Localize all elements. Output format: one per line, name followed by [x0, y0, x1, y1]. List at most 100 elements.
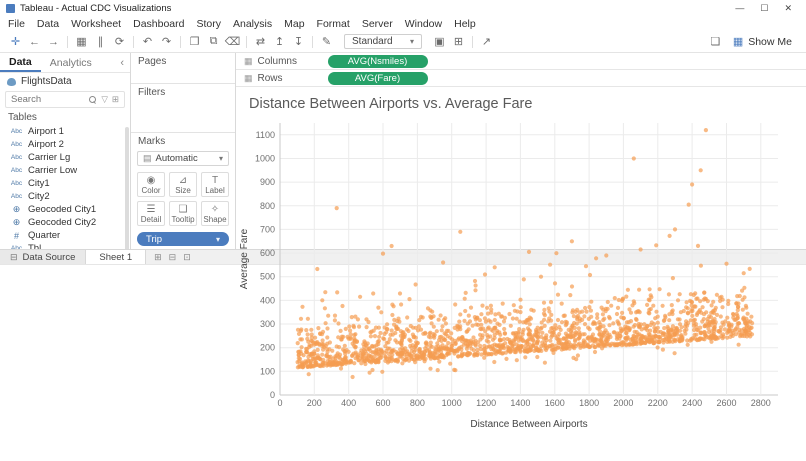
svg-text:Average Fare: Average Fare [239, 228, 250, 289]
duplicate-icon[interactable]: ⧉ [204, 35, 223, 48]
size-button[interactable]: ⊿Size [169, 172, 197, 197]
field-label: Quarter [28, 230, 60, 241]
toolbar-divider [472, 36, 473, 48]
detail-button[interactable]: ☰Detail [137, 201, 165, 226]
data-source-tab-label: Data Source [23, 252, 76, 263]
pill-trip[interactable]: Trip ▾ [137, 232, 229, 246]
menu-item-window[interactable]: Window [399, 18, 448, 30]
pages-card[interactable]: Pages [131, 53, 235, 84]
mark-type-select[interactable]: ▤ Automatic ▾ [137, 151, 229, 166]
collapse-pane-icon[interactable]: ‹ [114, 57, 130, 69]
search-icon[interactable] [89, 96, 97, 104]
rows-shelf[interactable]: ▦ Rows AVG(Fare) [236, 70, 806, 87]
cards-pane: Pages Filters Marks ▤ Automatic ▾ ◉Color… [131, 53, 236, 249]
tooltip-icon: ❑ [179, 204, 188, 215]
sort-ascending-icon[interactable]: ↥ [270, 35, 289, 48]
svg-text:2000: 2000 [613, 398, 633, 408]
columns-shelf[interactable]: ▦ Columns AVG(Nsmiles) [236, 53, 806, 70]
start-page-icon[interactable]: ✛ [6, 35, 25, 48]
tab-analytics[interactable]: Analytics [41, 53, 101, 72]
back-icon[interactable]: ← [25, 36, 44, 48]
swap-rows-columns-icon[interactable]: ⇄ [251, 35, 270, 48]
pages-label: Pages [131, 53, 235, 69]
sheet-tab-sheet-1[interactable]: Sheet 1 [86, 250, 146, 264]
show-me-label: Show Me [748, 36, 792, 48]
toolbar-divider [133, 36, 134, 48]
menu-item-worksheet[interactable]: Worksheet [65, 18, 127, 30]
show-me-button[interactable]: ▦ Show Me [725, 33, 800, 50]
svg-text:600: 600 [260, 248, 275, 258]
menu-item-server[interactable]: Server [356, 18, 399, 30]
pill-avg-fare[interactable]: AVG(Fare) [328, 72, 428, 85]
globe-icon: ⊕ [8, 217, 25, 228]
field-tbl[interactable]: AbcTbl [0, 242, 130, 249]
svg-text:600: 600 [375, 398, 390, 408]
search-input[interactable] [11, 94, 85, 105]
color-label: Color [141, 186, 160, 195]
shape-label: Shape [203, 215, 226, 224]
datasource-item[interactable]: FlightsData [0, 73, 130, 90]
fit-axes-icon[interactable]: ⊞ [449, 35, 468, 48]
new-dashboard-button[interactable]: ⊟ [169, 252, 177, 263]
minimize-button[interactable]: — [735, 3, 744, 14]
pill-avg-nsmiles[interactable]: AVG(Nsmiles) [328, 55, 428, 68]
menu-item-data[interactable]: Data [31, 18, 65, 30]
fit-mode-select[interactable]: Standard ▾ [344, 34, 422, 49]
tooltip-button[interactable]: ❑Tooltip [169, 201, 197, 226]
rows-shelf-label: Rows [258, 73, 310, 84]
undo-icon[interactable]: ↶ [138, 35, 157, 48]
field-label: City2 [28, 191, 50, 202]
menu-item-analysis[interactable]: Analysis [227, 18, 278, 30]
close-button[interactable]: ✕ [784, 3, 792, 14]
svg-text:1100: 1100 [256, 130, 275, 140]
svg-text:2400: 2400 [682, 398, 702, 408]
svg-text:100: 100 [260, 366, 275, 376]
scatter-plot[interactable]: 0100200300400500600700800900100011000200… [236, 113, 792, 431]
fields-scrollbar[interactable] [124, 125, 130, 249]
new-story-button[interactable]: ⊡ [183, 252, 191, 263]
forward-icon[interactable]: → [44, 36, 63, 48]
tab-data[interactable]: Data [0, 53, 41, 72]
field-airport-1[interactable]: AbcAirport 1 [0, 125, 130, 138]
menu-item-story[interactable]: Story [190, 18, 227, 30]
field-city1[interactable]: AbcCity1 [0, 177, 130, 190]
field-airport-2[interactable]: AbcAirport 2 [0, 138, 130, 151]
label-icon: T [212, 175, 218, 186]
field-label: Carrier Lg [28, 152, 70, 163]
data-source-tab[interactable]: ⊟ Data Source [0, 250, 86, 264]
scrollbar-thumb[interactable] [125, 127, 129, 249]
highlight-icon[interactable]: ✎ [317, 35, 336, 48]
redo-icon[interactable]: ↷ [157, 35, 176, 48]
menu-item-format[interactable]: Format [311, 18, 356, 30]
view-options-icon[interactable]: ⊞ [112, 94, 119, 105]
field-carrier-lg[interactable]: AbcCarrier Lg [0, 151, 130, 164]
marks-card: Marks ▤ Automatic ▾ ◉Color⊿SizeTLabel☰De… [131, 133, 235, 253]
sort-descending-icon[interactable]: ↧ [289, 35, 308, 48]
filter-fields-icon[interactable]: ▽ [101, 94, 108, 105]
shape-button[interactable]: ✧Shape [201, 201, 229, 226]
presentation-mode-icon[interactable]: ❏ [706, 35, 725, 48]
field-carrier-low[interactable]: AbcCarrier Low [0, 164, 130, 177]
color-button[interactable]: ◉Color [137, 172, 165, 197]
toolbar: ✛←→ ▦∥⟳ ↶↷ ❐⧉⌫ ⇄↥↧ ✎ Standard ▾ ▣⊞ ↗ ❏ ▦ Show … [0, 31, 806, 53]
filters-card[interactable]: Filters [131, 84, 235, 133]
menu-item-help[interactable]: Help [448, 18, 482, 30]
menu-item-dashboard[interactable]: Dashboard [127, 18, 190, 30]
new-worksheet-icon[interactable]: ❐ [185, 35, 204, 48]
menu-item-map[interactable]: Map [278, 18, 310, 30]
run-updates-icon[interactable]: ⟳ [110, 35, 129, 48]
field-geocoded-city2[interactable]: ⊕Geocoded City2 [0, 216, 130, 229]
share-icon[interactable]: ↗ [477, 35, 496, 48]
data-pane-tabs: Data Analytics ‹ [0, 53, 130, 73]
new-worksheet-button[interactable]: ⊞ [154, 252, 162, 263]
clear-sheet-icon[interactable]: ⌫ [223, 35, 242, 48]
show-mark-labels-icon[interactable]: ▣ [430, 35, 449, 48]
pause-updates-icon[interactable]: ∥ [91, 35, 110, 48]
field-quarter[interactable]: #Quarter [0, 229, 130, 242]
field-geocoded-city1[interactable]: ⊕Geocoded City1 [0, 203, 130, 216]
label-button[interactable]: TLabel [201, 172, 229, 197]
field-city2[interactable]: AbcCity2 [0, 190, 130, 203]
new-data-source-icon[interactable]: ▦ [72, 35, 91, 48]
menu-item-file[interactable]: File [2, 18, 31, 30]
maximize-button[interactable]: ☐ [760, 3, 768, 14]
